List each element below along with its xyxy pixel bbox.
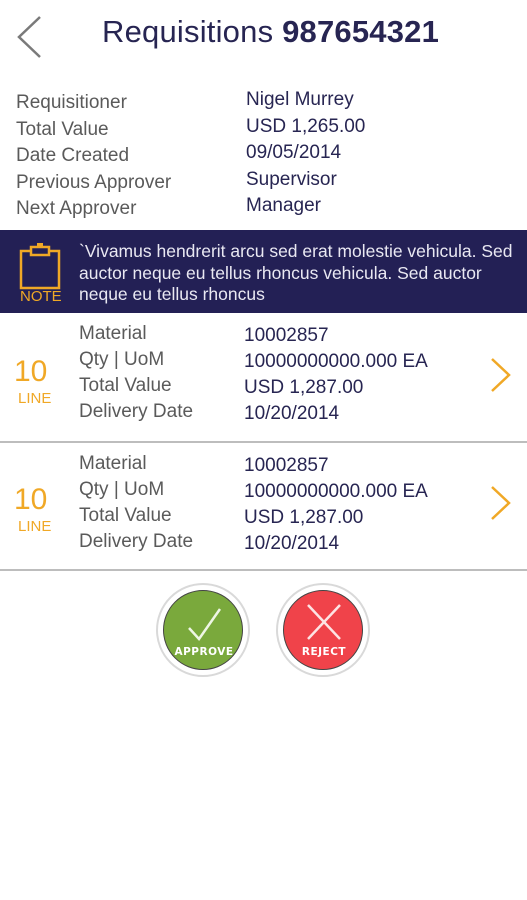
field-label: Material xyxy=(79,453,147,474)
title-prefix: Requisitions xyxy=(102,14,274,49)
field-value: 10002857 xyxy=(244,455,329,476)
summary-row: Previous Approver Supervisor xyxy=(16,168,516,198)
field-label: Delivery Date xyxy=(79,401,194,422)
summary-value: Nigel Murrey xyxy=(246,89,354,110)
line-field: Delivery Date 10/20/2014 xyxy=(79,531,339,554)
checkmark-icon xyxy=(188,608,222,641)
field-value: 10000000000.000 EA xyxy=(244,481,428,502)
approve-button[interactable]: APPROVE xyxy=(156,583,250,677)
line-field: Total Value USD 1,287.00 xyxy=(79,505,363,528)
field-label: Total Value xyxy=(79,505,172,526)
action-bar: APPROVE REJECT xyxy=(0,583,527,683)
reject-button[interactable]: REJECT xyxy=(276,583,370,677)
line-item[interactable]: 10 LINE Material 10002857 Qty | UoM 1000… xyxy=(0,315,527,443)
line-field: Total Value USD 1,287.00 xyxy=(79,375,363,398)
line-item[interactable]: 10 LINE Material 10002857 Qty | UoM 1000… xyxy=(0,443,527,571)
summary-row: Requisitioner Nigel Murrey xyxy=(16,89,516,118)
requisition-number: 987654321 xyxy=(282,14,440,49)
note-text: `Vivamus hendrerit arcu sed erat molesti… xyxy=(79,241,513,304)
summary-label: Date Created xyxy=(16,145,130,166)
field-value: USD 1,287.00 xyxy=(244,377,364,398)
summary-label: Total Value xyxy=(16,118,109,140)
summary-value: Manager xyxy=(246,195,321,216)
summary-label: Next Approver xyxy=(16,198,137,219)
summary-row: Next Approver Manager xyxy=(16,195,516,224)
line-tag: LINE xyxy=(18,518,52,535)
line-field: Material 10002857 xyxy=(79,453,329,476)
line-number: 10 xyxy=(14,355,48,388)
reject-label: REJECT xyxy=(301,646,347,658)
header: Requisitions 987654321 xyxy=(0,0,527,80)
field-value: USD 1,287.00 xyxy=(244,507,364,528)
field-label: Material xyxy=(79,323,147,344)
summary-row: Total Value USD 1,265.00 xyxy=(16,115,516,145)
field-value: 10/20/2014 xyxy=(244,533,340,554)
clipboard-icon xyxy=(19,243,61,290)
summary-label: Requisitioner xyxy=(16,92,127,113)
summary-row: Date Created 09/05/2014 xyxy=(16,142,516,171)
note-banner: NOTE `Vivamus hendrerit arcu sed erat mo… xyxy=(0,230,527,313)
summary-value: 09/05/2014 xyxy=(246,142,342,163)
field-label: Qty | UoM xyxy=(79,349,165,370)
chevron-left-icon xyxy=(17,16,41,58)
reject-circle: REJECT xyxy=(283,590,363,670)
line-field: Material 10002857 xyxy=(79,323,329,346)
approve-label: APPROVE xyxy=(174,646,234,658)
field-label: Qty | UoM xyxy=(79,479,165,500)
note-label: NOTE xyxy=(20,288,62,305)
field-label: Delivery Date xyxy=(79,531,194,552)
line-field: Qty | UoM 10000000000.000 EA xyxy=(79,349,428,372)
summary-value: USD 1,265.00 xyxy=(246,115,366,137)
chevron-right-icon[interactable] xyxy=(488,485,512,521)
page-title: Requisitions 987654321 xyxy=(102,14,439,50)
field-value: 10002857 xyxy=(244,325,329,346)
back-button[interactable] xyxy=(14,14,46,60)
line-tag: LINE xyxy=(18,390,52,407)
approve-circle: APPROVE xyxy=(163,590,243,670)
line-number: 10 xyxy=(14,483,48,516)
field-label: Total Value xyxy=(79,375,172,396)
field-value: 10/20/2014 xyxy=(244,403,340,424)
requisition-summary: Requisitioner Nigel Murrey Total Value U… xyxy=(16,89,516,224)
line-field: Qty | UoM 10000000000.000 EA xyxy=(79,479,428,502)
field-value: 10000000000.000 EA xyxy=(244,351,428,372)
summary-value: Supervisor xyxy=(246,168,337,190)
close-icon xyxy=(307,604,341,640)
line-field: Delivery Date 10/20/2014 xyxy=(79,401,339,424)
chevron-right-icon[interactable] xyxy=(488,357,512,393)
summary-label: Previous Approver xyxy=(16,171,172,193)
